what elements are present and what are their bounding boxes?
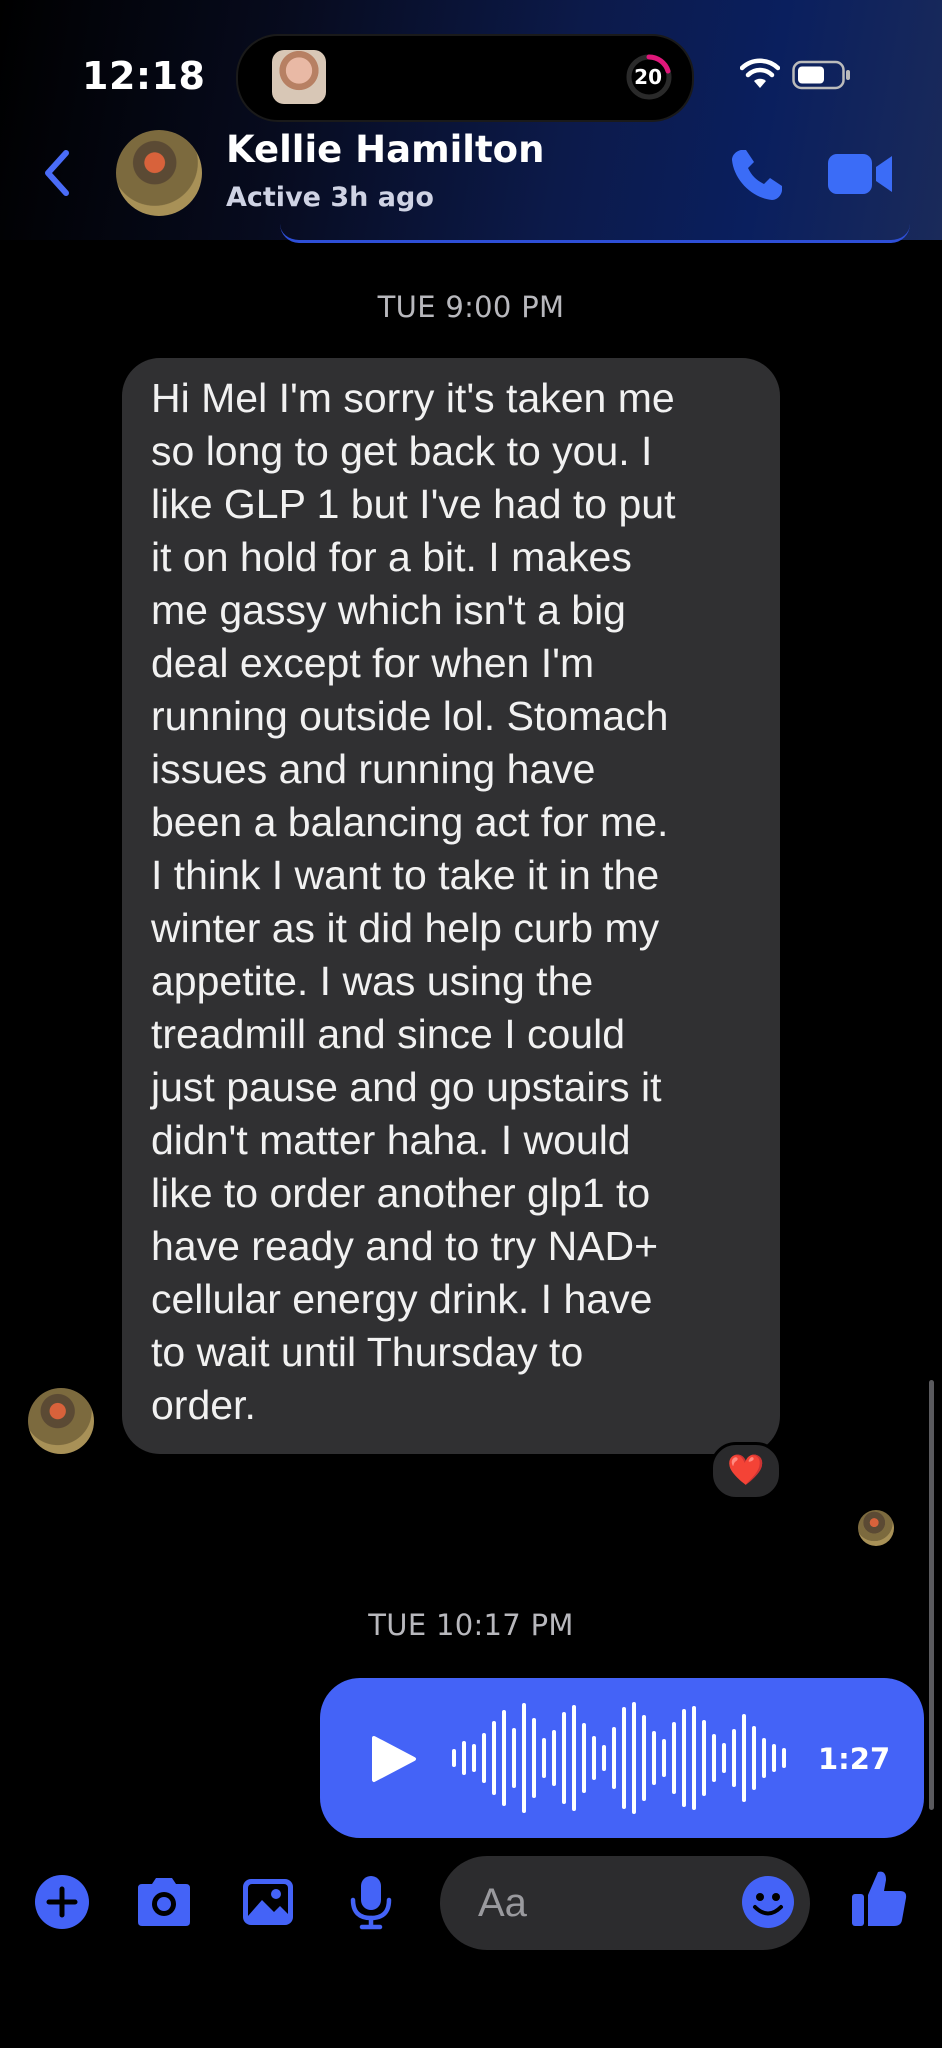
waveform-bar <box>472 1744 476 1772</box>
waveform-bar <box>582 1723 586 1793</box>
scrollbar[interactable] <box>929 1380 934 1810</box>
waveform-bar <box>522 1703 526 1813</box>
waveform-bar <box>652 1731 656 1785</box>
audio-waveform[interactable] <box>450 1700 790 1816</box>
waveform-bar <box>692 1706 696 1810</box>
waveform-bar <box>612 1727 616 1789</box>
waveform-bar <box>532 1718 536 1798</box>
message-input[interactable] <box>478 1878 708 1928</box>
waveform-bar <box>512 1728 516 1788</box>
contact-avatar[interactable] <box>116 130 202 216</box>
heart-reaction-icon[interactable]: ❤️ <box>710 1442 782 1500</box>
activity-count: 20 <box>634 65 662 89</box>
waveform-bar <box>752 1726 756 1790</box>
thumbs-up-icon[interactable] <box>850 1868 908 1928</box>
waveform-bar <box>702 1720 706 1796</box>
waveform-bar <box>602 1745 606 1771</box>
waveform-bar <box>642 1715 646 1801</box>
plus-icon[interactable] <box>34 1874 90 1930</box>
waveform-bar <box>732 1729 736 1787</box>
waveform-bar <box>682 1709 686 1807</box>
waveform-bar <box>712 1734 716 1782</box>
waveform-bar <box>722 1743 726 1773</box>
sender-avatar[interactable] <box>28 1388 94 1454</box>
live-activity-avatar <box>272 50 326 104</box>
message-timestamp: TUE 9:00 PM <box>377 290 565 324</box>
image-icon[interactable] <box>240 1874 296 1930</box>
emoji-icon[interactable] <box>740 1874 796 1930</box>
waveform-bar <box>552 1730 556 1786</box>
chevron-left-icon[interactable] <box>40 148 72 198</box>
pinned-bar-edge <box>280 224 910 243</box>
waveform-bar <box>502 1710 506 1806</box>
battery-icon <box>792 60 850 90</box>
microphone-icon[interactable] <box>348 1874 394 1930</box>
dynamic-island[interactable]: 20 <box>236 34 694 122</box>
waveform-bar <box>542 1738 546 1778</box>
waveform-bar <box>662 1739 666 1777</box>
contact-name[interactable]: Kellie Hamilton <box>226 128 544 171</box>
waveform-bar <box>452 1749 456 1767</box>
waveform-bar <box>462 1741 466 1775</box>
waveform-bar <box>782 1748 786 1768</box>
incoming-message-text: Hi Mel I'm sorry it's taken me so long t… <box>151 375 676 1428</box>
waveform-bar <box>622 1707 626 1809</box>
waveform-bar <box>592 1736 596 1780</box>
waveform-bar <box>482 1733 486 1783</box>
play-icon[interactable] <box>368 1734 418 1784</box>
waveform-bar <box>742 1714 746 1802</box>
waveform-bar <box>632 1702 636 1814</box>
waveform-bar <box>492 1721 496 1795</box>
contact-status: Active 3h ago <box>226 182 434 213</box>
read-receipt-avatar <box>858 1510 894 1546</box>
waveform-bar <box>562 1712 566 1804</box>
phone-icon[interactable] <box>728 146 786 204</box>
wifi-icon <box>740 58 780 88</box>
waveform-bar <box>672 1722 676 1794</box>
message-timestamp: TUE 10:17 PM <box>368 1608 574 1642</box>
waveform-bar <box>762 1738 766 1778</box>
camera-icon[interactable] <box>134 1874 194 1930</box>
waveform-bar <box>572 1705 576 1811</box>
voice-duration: 1:27 <box>818 1742 891 1776</box>
waveform-bar <box>772 1744 776 1772</box>
status-time: 12:18 <box>82 54 206 98</box>
video-camera-icon[interactable] <box>826 150 896 198</box>
